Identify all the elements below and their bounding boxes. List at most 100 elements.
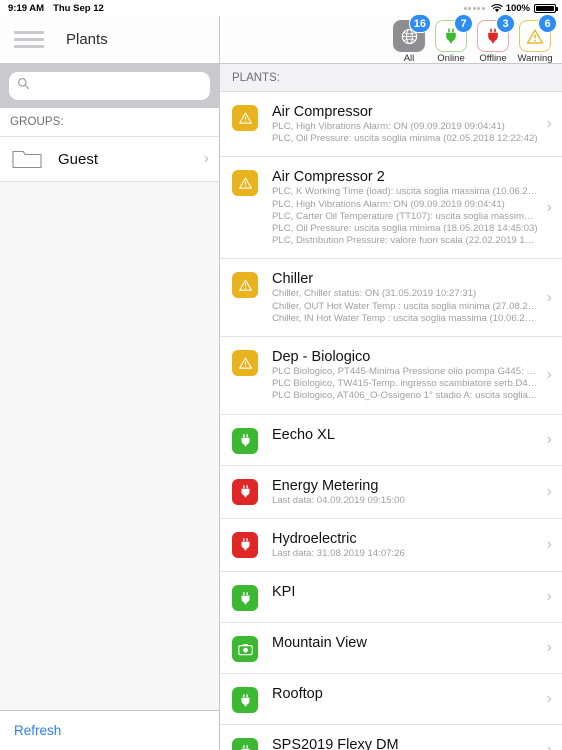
filter-badge-all: 16 bbox=[408, 14, 431, 33]
warning-triangle-icon bbox=[232, 105, 258, 131]
plant-name: SPS2019 Flexy DM bbox=[272, 737, 399, 750]
plant-row[interactable]: KPI › bbox=[220, 572, 562, 624]
plug-icon bbox=[232, 427, 258, 454]
plant-name: Rooftop bbox=[272, 686, 323, 703]
plant-row[interactable]: Hydroelectric Last data: 31.08.2019 14:07… bbox=[220, 519, 562, 573]
plant-detail-line: PLC, High Vibrations Alarm: ON (09.09.20… bbox=[272, 198, 505, 210]
plant-row-text: Chiller Chiller, Chiller status: ON (31.0… bbox=[272, 270, 538, 325]
battery-percent-label: 100% bbox=[505, 2, 530, 14]
plug-icon bbox=[232, 738, 258, 750]
filter-label-all: All bbox=[403, 53, 415, 64]
sidebar-item-guest[interactable]: Guest › bbox=[0, 136, 219, 182]
plant-row[interactable]: Chiller Chiller, Chiller status: ON (31.0… bbox=[220, 259, 562, 338]
plant-row[interactable]: Rooftop › bbox=[220, 674, 562, 726]
plant-detail-line: PLC, Oil Pressure: uscita soglia minima … bbox=[272, 223, 538, 235]
plant-row-text: Energy Metering Last data: 04.09.2019 09:… bbox=[272, 477, 538, 507]
hamburger-line bbox=[14, 31, 44, 34]
plant-row[interactable]: Energy Metering Last data: 04.09.2019 09:… bbox=[220, 466, 562, 519]
filter-badge-online: 7 bbox=[454, 14, 473, 33]
filter-button-online[interactable]: 7 Online bbox=[430, 14, 473, 64]
plant-row[interactable]: Air Compressor 2 PLC, K Working Time (loa… bbox=[220, 157, 562, 260]
plant-detail-line: PLC, K Working Time (load): uscita sogli… bbox=[272, 186, 538, 198]
chevron-right-icon: › bbox=[546, 198, 552, 216]
plant-detail-line: PLC, Oil Pressure: uscita soglia minima … bbox=[272, 133, 538, 145]
status-date: Thu Sep 12 bbox=[53, 2, 104, 14]
plant-detail-line: Last data: 04.09.2019 09:15:00 bbox=[272, 494, 405, 506]
wifi-icon bbox=[490, 3, 503, 13]
hamburger-line bbox=[14, 45, 44, 48]
search-input[interactable] bbox=[36, 79, 202, 93]
navigation-bar-left: Plants bbox=[0, 16, 220, 63]
plant-row-text: Eecho XL bbox=[272, 426, 538, 444]
plant-row[interactable]: SPS2019 Flexy DM › bbox=[220, 725, 562, 750]
plant-name: KPI bbox=[272, 584, 296, 601]
plant-name: Dep - Biologico bbox=[272, 349, 371, 366]
plant-row[interactable]: Eecho XL › bbox=[220, 415, 562, 466]
hamburger-line bbox=[14, 38, 44, 41]
plug-icon bbox=[232, 687, 258, 714]
plant-row-text: Rooftop bbox=[272, 685, 538, 703]
plant-detail-line: PLC Biologico, AT406_O-Ossigeno 1° stadi… bbox=[272, 390, 538, 402]
plant-row-text: Air Compressor 2 PLC, K Working Time (loa… bbox=[272, 168, 538, 247]
warning-triangle-icon bbox=[232, 170, 258, 197]
plant-row[interactable]: Mountain View › bbox=[220, 623, 562, 675]
plant-row-text: KPI bbox=[272, 583, 538, 601]
filter-button-group: 16 All 7 Online 3 Offline 6 Warning bbox=[388, 14, 557, 64]
filter-button-warning[interactable]: 6 Warning bbox=[514, 14, 557, 64]
sidebar: GROUPS: Guest › Refresh bbox=[0, 64, 220, 750]
warning-triangle-icon bbox=[232, 272, 258, 299]
chevron-right-icon: › bbox=[546, 588, 552, 606]
plug-icon bbox=[232, 531, 258, 558]
hamburger-menu-icon[interactable] bbox=[14, 31, 44, 48]
chevron-right-icon: › bbox=[203, 150, 209, 167]
content-area: GROUPS: Guest › Refresh PLANTS: Air Comp… bbox=[0, 64, 562, 750]
sidebar-item-label: Guest bbox=[58, 150, 99, 168]
main-panel: PLANTS: Air Compressor PLC, High Vibratio… bbox=[220, 64, 562, 750]
plant-row[interactable]: Air Compressor PLC, High Vibrations Alarm… bbox=[220, 92, 562, 158]
search-bar-container bbox=[0, 64, 219, 108]
chevron-right-icon: › bbox=[546, 535, 552, 553]
plants-section-header: PLANTS: bbox=[220, 64, 562, 92]
search-icon bbox=[17, 77, 30, 95]
chevron-right-icon: › bbox=[546, 115, 552, 133]
plant-row-text: SPS2019 Flexy DM bbox=[272, 736, 538, 750]
filter-label-online: Online bbox=[437, 53, 465, 64]
plug-icon bbox=[232, 478, 258, 505]
plant-detail-line: PLC Biologico, PT445-Minima Pressione ol… bbox=[272, 366, 538, 378]
plant-row-text: Hydroelectric Last data: 31.08.2019 14:07… bbox=[272, 530, 538, 560]
filter-button-offline[interactable]: 3 Offline bbox=[472, 14, 515, 64]
chevron-right-icon: › bbox=[546, 366, 552, 384]
groups-section-header: GROUPS: bbox=[0, 108, 219, 136]
navigation-bar-right: 16 All 7 Online 3 Offline 6 Warning bbox=[220, 14, 562, 64]
refresh-button[interactable]: Refresh bbox=[14, 723, 61, 738]
plant-detail-line: PLC Biologico, TW415-Temp. ingresso scam… bbox=[272, 378, 538, 390]
status-bar: 9:19 AM Thu Sep 12 100% bbox=[0, 0, 562, 16]
plant-name: Hydroelectric bbox=[272, 530, 357, 547]
plant-detail-line: PLC, Carter Oil Temperature (TT107): usc… bbox=[272, 210, 538, 222]
plant-name: Mountain View bbox=[272, 635, 367, 652]
filter-button-all[interactable]: 16 All bbox=[388, 14, 431, 64]
status-time: 9:19 AM bbox=[8, 2, 45, 14]
camera-icon bbox=[232, 636, 258, 663]
plant-name: Air Compressor bbox=[272, 104, 373, 120]
filter-badge-warning: 6 bbox=[538, 14, 557, 33]
search-field[interactable] bbox=[9, 72, 210, 100]
sidebar-empty-area bbox=[0, 182, 219, 710]
chevron-right-icon: › bbox=[546, 482, 552, 500]
page-title: Plants bbox=[66, 31, 108, 48]
plant-name: Air Compressor 2 bbox=[272, 169, 385, 186]
app-root: 9:19 AM Thu Sep 12 100% Plants 16 All 7 … bbox=[0, 0, 562, 750]
filter-badge-offline: 3 bbox=[496, 14, 515, 33]
plant-name: Eecho XL bbox=[272, 426, 335, 443]
status-bar-right: 100% bbox=[463, 2, 558, 14]
plant-detail-line: Last data: 31.08.2019 14:07:26 bbox=[272, 547, 405, 559]
filter-label-warning: Warning bbox=[517, 53, 553, 64]
plants-list[interactable]: Air Compressor PLC, High Vibrations Alarm… bbox=[220, 92, 562, 750]
chevron-right-icon: › bbox=[546, 741, 552, 750]
plant-name: Energy Metering bbox=[272, 477, 379, 494]
plant-row[interactable]: Dep - Biologico PLC Biologico, PT445-Mini… bbox=[220, 337, 562, 415]
filter-label-offline: Offline bbox=[479, 53, 507, 64]
status-bar-left: 9:19 AM Thu Sep 12 bbox=[8, 3, 104, 14]
plant-detail-line: PLC, High Vibrations Alarm: ON (09.09.20… bbox=[272, 121, 505, 132]
plant-row-text: Dep - Biologico PLC Biologico, PT445-Mini… bbox=[272, 348, 538, 403]
